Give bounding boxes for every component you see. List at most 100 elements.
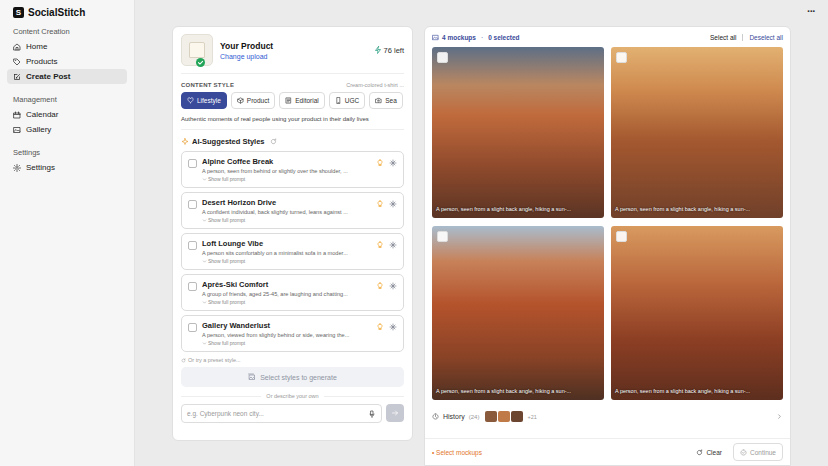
mockup-checkbox[interactable] (616, 52, 627, 63)
chevron-right-icon (776, 413, 783, 420)
phone-icon (335, 97, 342, 104)
product-title: Your Product (220, 41, 367, 51)
mockups-header: 4 mockups · 0 selected Select all Desele… (425, 27, 790, 47)
style-tab[interactable]: Sea (369, 92, 403, 109)
style-tab[interactable]: Product (231, 92, 275, 109)
refine-icon[interactable] (389, 200, 397, 208)
show-prompt-toggle[interactable]: Show full prompt (202, 258, 371, 264)
mockup-checkbox[interactable] (616, 231, 627, 242)
describe-input[interactable]: e.g. Cyberpunk neon city... (181, 404, 382, 423)
divider-line (181, 396, 261, 397)
style-card[interactable]: Alpine Coffee Break A person, seen from … (181, 151, 404, 188)
sidebar-section: Settings Settings (7, 148, 127, 175)
lightbulb-icon[interactable] (376, 282, 384, 290)
sidebar-item[interactable]: Products (7, 54, 127, 69)
refine-icon[interactable] (389, 241, 397, 249)
refine-icon[interactable] (389, 282, 397, 290)
clear-button[interactable]: Clear (690, 444, 728, 460)
logo-icon: S (13, 7, 24, 18)
style-checkbox[interactable] (188, 241, 197, 250)
style-tab[interactable]: Lifestyle (181, 92, 227, 109)
style-card[interactable]: Après-Ski Comfort A group of friends, ag… (181, 274, 404, 311)
menu-button[interactable]: ··· (807, 5, 815, 17)
mockup-tile[interactable]: A person, seen from a slight back angle,… (611, 226, 783, 400)
refresh-icon[interactable] (270, 138, 277, 145)
describe-row: e.g. Cyberpunk neon city... (181, 404, 404, 423)
preset-link[interactable]: Or try a preset style... (181, 357, 404, 363)
show-prompt-toggle[interactable]: Show full prompt (202, 299, 371, 305)
generate-button-label: Select styles to generate (260, 374, 337, 381)
sidebar-item[interactable]: Gallery (7, 122, 127, 137)
style-tab[interactable]: UGC (329, 92, 365, 109)
sidebar-item[interactable]: Calendar (7, 107, 127, 122)
product-image (189, 42, 205, 58)
edit-icon (13, 73, 21, 81)
style-checkbox[interactable] (188, 200, 197, 209)
logo[interactable]: S SocialStitch (7, 6, 127, 27)
style-tab-label: UGC (345, 97, 359, 104)
history-row[interactable]: History (24) +21 (432, 406, 783, 427)
clear-label: Clear (706, 449, 722, 456)
divider (742, 34, 743, 41)
style-name: Desert Horizon Drive (202, 198, 371, 207)
style-card[interactable]: Desert Horizon Drive A confident individ… (181, 192, 404, 229)
mockup-tile[interactable]: A person, seen from a slight back angle,… (611, 47, 783, 218)
mockup-tile[interactable]: A person, seen from a slight back angle,… (432, 226, 604, 400)
product-thumbnail[interactable] (181, 34, 213, 66)
divider-line (324, 396, 404, 397)
select-all-button[interactable]: Select all (710, 34, 736, 41)
deselect-all-button[interactable]: Deselect all (749, 34, 783, 41)
uploaded-check-icon (196, 58, 205, 67)
sidebar-section: Management Calendar Gallery (7, 95, 127, 137)
style-checkbox[interactable] (188, 282, 197, 291)
style-checkbox[interactable] (188, 159, 197, 168)
mockup-checkbox[interactable] (437, 52, 448, 63)
style-card[interactable]: Gallery Wanderlust A person, viewed from… (181, 315, 404, 352)
content: Your Product Change upload 76 left CONTE… (135, 26, 828, 466)
send-button[interactable] (386, 404, 404, 422)
style-prompt: A confident individual, back slightly tu… (202, 209, 371, 215)
history-thumbnails (485, 411, 523, 422)
continue-button[interactable]: Continue (733, 443, 783, 461)
show-prompt-toggle[interactable]: Show full prompt (202, 217, 371, 223)
arrow-right-icon (391, 409, 399, 417)
generate-button[interactable]: Select styles to generate (181, 367, 404, 387)
show-prompt-label: Show full prompt (208, 340, 245, 346)
style-card[interactable]: Loft Lounge Vibe A person sits comfortab… (181, 233, 404, 270)
show-prompt-toggle[interactable]: Show full prompt (202, 176, 371, 182)
microphone-icon[interactable] (368, 410, 376, 418)
separator: · (481, 34, 483, 41)
style-name: Après-Ski Comfort (202, 280, 371, 289)
style-checkbox[interactable] (188, 323, 197, 332)
style-tab[interactable]: Editorial (279, 92, 324, 109)
show-prompt-toggle[interactable]: Show full prompt (202, 340, 371, 346)
heart-icon (187, 97, 194, 104)
mockup-grid: A person, seen from a slight back angle,… (425, 47, 790, 400)
sidebar-item[interactable]: Home (7, 39, 127, 54)
history-label: History (443, 413, 465, 420)
product-info: Your Product Change upload (220, 41, 367, 60)
lightbulb-icon[interactable] (376, 200, 384, 208)
lightbulb-icon[interactable] (376, 241, 384, 249)
style-tab-label: Sea (385, 97, 397, 104)
history-thumbnail (511, 411, 523, 422)
change-upload-link[interactable]: Change upload (220, 53, 367, 60)
refine-icon[interactable] (389, 323, 397, 331)
create-panel: Your Product Change upload 76 left CONTE… (172, 26, 413, 441)
sidebar-item[interactable]: Create Post (7, 69, 127, 84)
sidebar-item[interactable]: Settings (7, 160, 127, 175)
hint-marker: • (432, 449, 434, 456)
lightbulb-icon[interactable] (376, 159, 384, 167)
clock-icon (432, 413, 439, 420)
newspaper-icon (285, 97, 292, 104)
refine-icon[interactable] (389, 159, 397, 167)
lightbulb-icon[interactable] (376, 323, 384, 331)
mockup-tile[interactable]: A person, seen from a slight back angle,… (432, 47, 604, 218)
mockup-checkbox[interactable] (437, 231, 448, 242)
product-row: Your Product Change upload 76 left (181, 34, 404, 74)
style-name: Gallery Wanderlust (202, 321, 371, 330)
mockup-caption: A person, seen from a slight back angle,… (436, 388, 600, 394)
style-tab-label: Product (247, 97, 269, 104)
style-body: Loft Lounge Vibe A person sits comfortab… (202, 239, 371, 264)
sidebar-section: Content Creation Home Products Create Po… (7, 27, 127, 84)
